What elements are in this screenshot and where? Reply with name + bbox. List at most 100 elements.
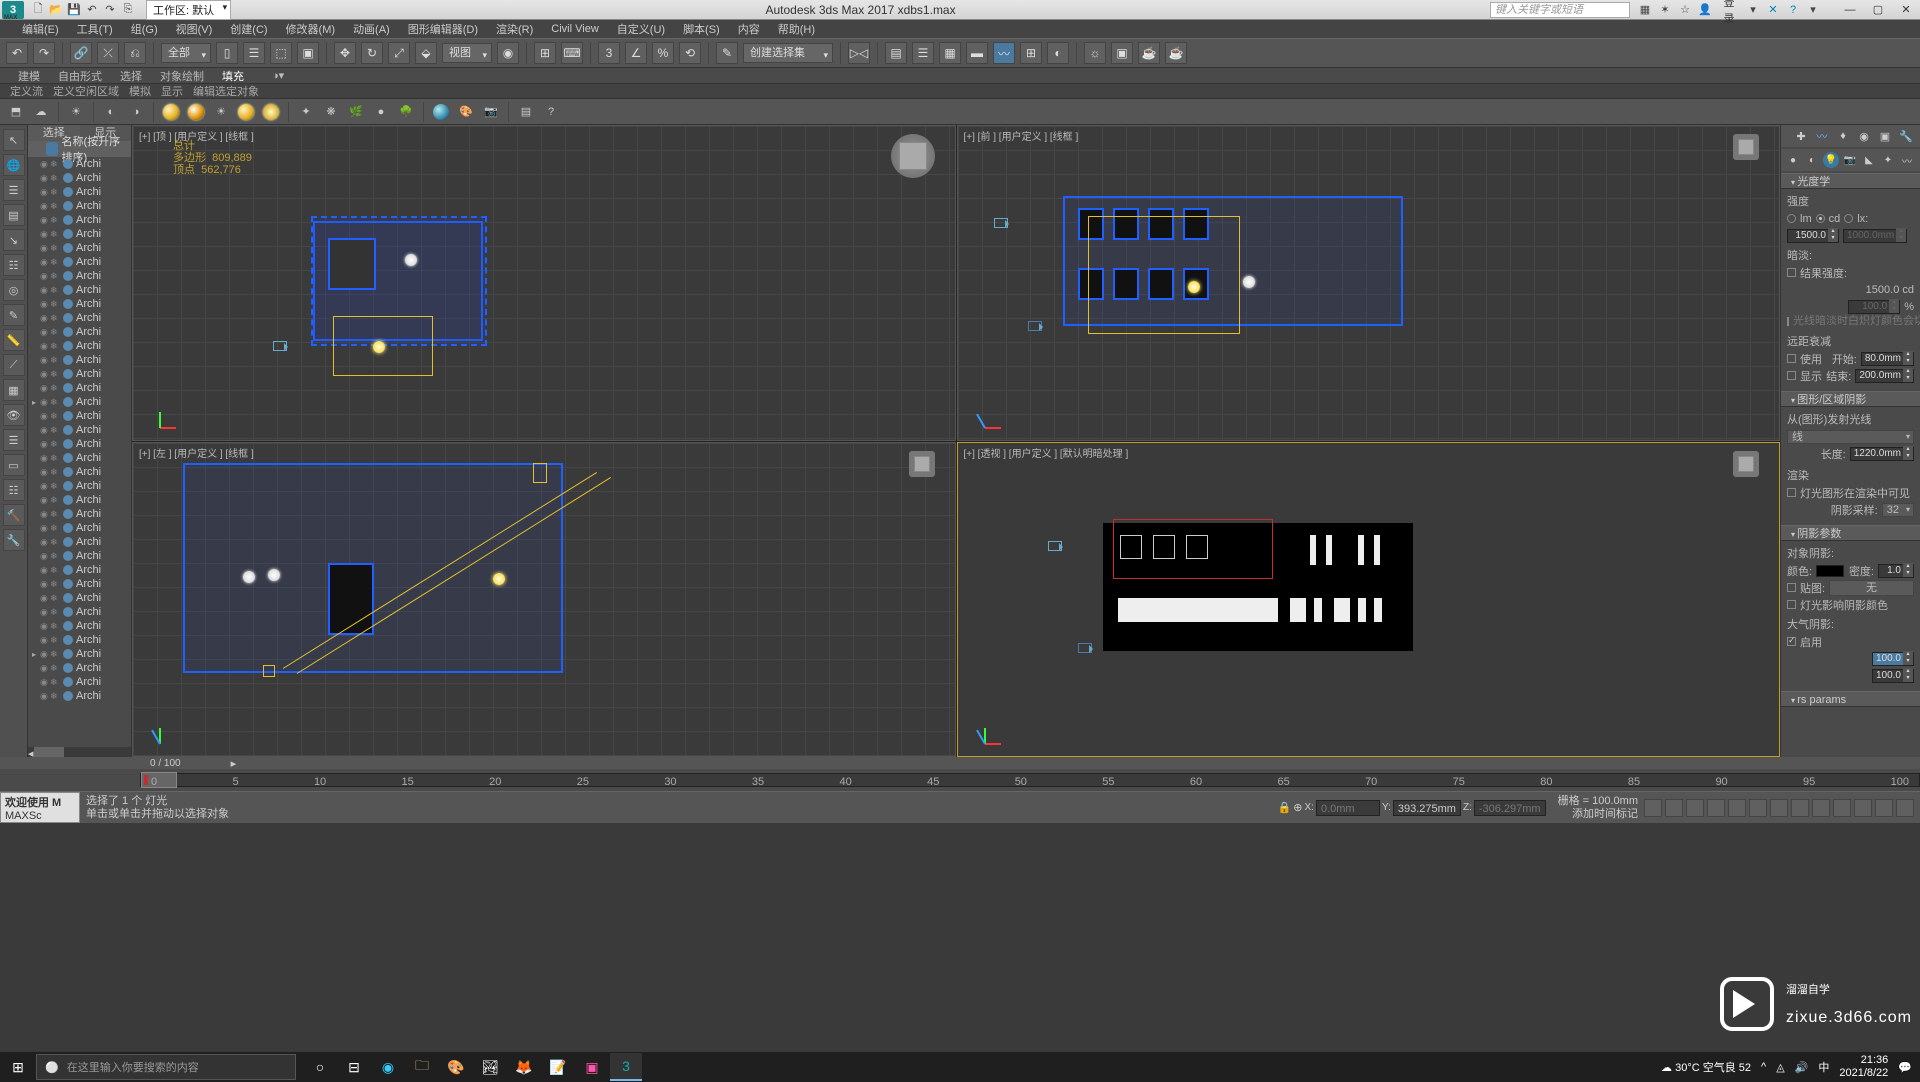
motion-tab-icon[interactable]: ◉ xyxy=(1856,128,1872,144)
show-checkbox[interactable] xyxy=(1787,371,1796,380)
scene-columns[interactable]: 名称(按升序排序) xyxy=(28,141,131,157)
viewcube[interactable] xyxy=(891,134,935,178)
exchange-apps-icon[interactable]: ✕ xyxy=(1766,3,1780,16)
x-field[interactable]: 0.0mm xyxy=(1316,800,1380,816)
viewport-label[interactable]: [+] [透视 ] [用户定义 ] [默认明暗处理 ] xyxy=(964,445,1129,460)
layer-explorer-button[interactable]: ▦ xyxy=(939,42,961,64)
menu-item[interactable]: 图形编辑器(D) xyxy=(406,21,480,37)
unlink-button[interactable]: ⤫ xyxy=(97,42,119,64)
mirror-button[interactable]: ▷◁ xyxy=(848,42,870,64)
ribbon-tab[interactable]: 自由形式 xyxy=(58,68,102,84)
rollout-rs[interactable]: rs params xyxy=(1781,691,1920,707)
play-button[interactable] xyxy=(1686,799,1704,817)
zoom-ext-button[interactable] xyxy=(1791,799,1809,817)
goto-end-button[interactable] xyxy=(1728,799,1746,817)
coord-mode-icon[interactable]: ⊕ xyxy=(1293,801,1302,814)
hierarchy-tab-icon[interactable]: ♦ xyxy=(1835,128,1851,144)
link-icon[interactable]: ⎘ xyxy=(120,2,136,18)
scene-item[interactable]: ◉❄Archi xyxy=(28,535,131,549)
scene-item[interactable]: ◉❄Archi xyxy=(28,157,131,171)
filter-icon[interactable]: ☰ xyxy=(3,179,25,201)
ime-icon[interactable]: 中 xyxy=(1818,1059,1829,1075)
scene-item[interactable]: ◉❄Archi xyxy=(28,255,131,269)
scene-item[interactable]: ◉❄Archi xyxy=(28,241,131,255)
scene-item[interactable]: ◉❄Archi xyxy=(28,451,131,465)
rollout-shape[interactable]: 图形/区域阴影 xyxy=(1781,391,1920,407)
scene-item[interactable]: ◉❄Archi xyxy=(28,367,131,381)
light3-icon[interactable]: ☀ xyxy=(211,102,231,122)
menu-item[interactable]: Civil View xyxy=(549,23,600,35)
scale-button[interactable]: ⤢ xyxy=(388,42,410,64)
help-icon[interactable]: ? xyxy=(1786,4,1800,16)
scene-item[interactable]: ▸◉❄Archi xyxy=(28,647,131,661)
next-frame-button[interactable] xyxy=(1707,799,1725,817)
scene-item[interactable]: ◉❄Archi xyxy=(28,689,131,703)
y-field[interactable]: 393.275mm xyxy=(1393,800,1461,816)
window-crossing-button[interactable]: ▣ xyxy=(297,42,319,64)
viewcube[interactable] xyxy=(1733,134,1759,160)
balance-icon[interactable]: ◑ xyxy=(126,102,146,122)
menu-item[interactable]: 动画(A) xyxy=(351,21,392,37)
region-icon[interactable]: ◎ xyxy=(3,279,25,301)
workspace-dropdown[interactable]: 工作区: 默认 xyxy=(146,0,231,20)
menu-item[interactable]: 帮助(H) xyxy=(776,21,817,37)
new-icon[interactable]: 🗋 xyxy=(30,2,46,18)
light4-icon[interactable] xyxy=(236,102,256,122)
ribbon-button[interactable]: ▬ xyxy=(966,42,988,64)
time-config-button[interactable] xyxy=(1770,799,1788,817)
placement-button[interactable]: ⬙ xyxy=(415,42,437,64)
scene-item[interactable]: ◉❄Archi xyxy=(28,479,131,493)
scene-item[interactable]: ◉❄Archi xyxy=(28,423,131,437)
cortana-icon[interactable]: ○ xyxy=(304,1053,336,1081)
utilities-tab-icon[interactable]: 🔧 xyxy=(1898,128,1914,144)
selection-filter-dropdown[interactable]: 全部 xyxy=(161,43,211,63)
menu-item[interactable]: 脚本(S) xyxy=(681,21,722,37)
menu-item[interactable]: 视图(V) xyxy=(174,21,215,37)
named-selset-dropdown[interactable]: 创建选择集 xyxy=(743,43,833,63)
atmos-color-spinner[interactable]: 100.0 xyxy=(1872,669,1914,683)
ruler-icon[interactable]: ⟋ xyxy=(3,354,25,376)
task-view-icon[interactable]: ⊟ xyxy=(338,1053,370,1081)
lock-icon[interactable]: 🔒 xyxy=(1278,801,1292,814)
grid-icon[interactable]: ▦ xyxy=(3,379,25,401)
shape-dropdown[interactable]: 线 xyxy=(1787,430,1914,444)
link-button[interactable]: 🔗 xyxy=(70,42,92,64)
hierarchy-icon[interactable]: ☷ xyxy=(3,254,25,276)
scene-item[interactable]: ◉❄Archi xyxy=(28,353,131,367)
undo-icon[interactable]: ↶ xyxy=(84,2,100,18)
snap-toggle-button[interactable]: 3 xyxy=(598,42,620,64)
menu-item[interactable]: 组(G) xyxy=(129,21,160,37)
scene-item[interactable]: ◉❄Archi xyxy=(28,619,131,633)
scene-item[interactable]: ◉❄Archi xyxy=(28,171,131,185)
schematic-button[interactable]: ⊞ xyxy=(1020,42,1042,64)
move-button[interactable]: ✥ xyxy=(334,42,356,64)
explorer-icon[interactable]: 🗀 xyxy=(406,1053,438,1081)
spray-icon[interactable]: ✦ xyxy=(296,102,316,122)
visible-checkbox[interactable] xyxy=(1787,488,1796,497)
exposure-icon[interactable]: ◐ xyxy=(101,102,121,122)
firefox-icon[interactable]: 🦊 xyxy=(508,1053,540,1081)
tray-chevron-icon[interactable]: ^ xyxy=(1761,1061,1766,1073)
measure-icon[interactable]: 📏 xyxy=(3,329,25,351)
orbit-button[interactable] xyxy=(1875,799,1893,817)
scene-item[interactable]: ◉❄Archi xyxy=(28,661,131,675)
create-tab-icon[interactable]: ✚ xyxy=(1793,128,1809,144)
scene-item[interactable]: ◉❄Archi xyxy=(28,675,131,689)
use-checkbox[interactable] xyxy=(1787,354,1796,363)
rollout-intensity[interactable]: 光度学 xyxy=(1781,173,1920,189)
undo-button[interactable]: ↶ xyxy=(6,42,28,64)
scene-item[interactable]: ◉❄Archi xyxy=(28,521,131,535)
menu-item[interactable]: 编辑(E) xyxy=(20,21,61,37)
signin-label[interactable]: 登录 xyxy=(1722,0,1736,26)
prev-frame-button[interactable] xyxy=(1665,799,1683,817)
spinner-snap-button[interactable]: ⟲ xyxy=(679,42,701,64)
cat-light-icon[interactable]: 💡 xyxy=(1823,152,1839,168)
clock[interactable]: 21:36 2021/8/22 xyxy=(1839,1054,1888,1080)
ribbon-tab[interactable]: 对象绘制 xyxy=(160,68,204,84)
hammer-icon[interactable]: 🔨 xyxy=(3,504,25,526)
select-object-button[interactable]: ▯ xyxy=(216,42,238,64)
ribbon-toggle-icon[interactable]: ◑▾ xyxy=(272,69,284,82)
3dsmax-taskbar-icon[interactable]: 3 xyxy=(610,1053,642,1081)
scene-item[interactable]: ◉❄Archi xyxy=(28,283,131,297)
globe2-icon[interactable]: 🌐 xyxy=(3,154,25,176)
